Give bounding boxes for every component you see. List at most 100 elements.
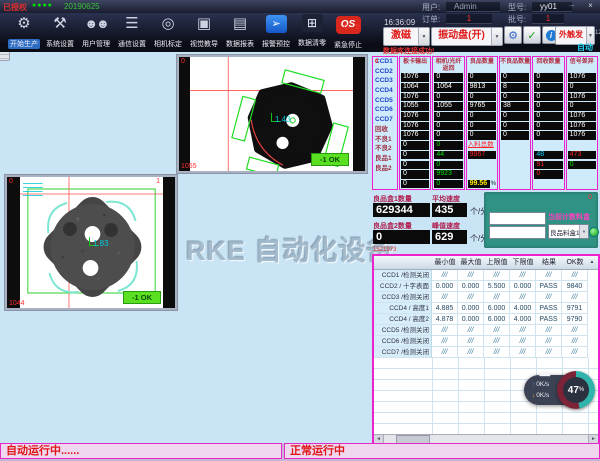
peak-speed-value: 629	[432, 230, 467, 244]
chevron-down-icon[interactable]: ▼	[491, 28, 502, 45]
confirm-mini-button[interactable]: ✓	[523, 26, 541, 44]
row-label: CCD7	[373, 115, 397, 125]
excite-dropdown-button[interactable]: 激磁 ▼	[383, 27, 430, 46]
table-cell: 1076%	[400, 92, 430, 102]
header-ok-count: OK数	[562, 256, 588, 269]
column-header: 不良品数量	[500, 57, 530, 73]
toolbar-button[interactable]: ▤ 数据报表	[222, 14, 258, 52]
table-cell: %	[500, 141, 530, 151]
usage-donut-gauge[interactable]: 47%	[557, 371, 595, 409]
table-cell: 473%	[567, 150, 597, 160]
table-cell: 0%	[533, 92, 563, 102]
toolbar-button[interactable]: ➢ 报警预控	[258, 14, 294, 52]
toolbar-button[interactable]: ⚒ 系统设置	[42, 14, 78, 52]
table-cell: %	[533, 141, 563, 151]
settings-mini-button[interactable]: ⚙	[504, 26, 522, 44]
check-icon: ✓	[527, 29, 536, 42]
measurement-row-label: CCD2 / 十字表面	[374, 281, 432, 292]
camera2-right-mask	[163, 177, 175, 308]
database-status-text: 数据库连接成功!	[383, 46, 434, 56]
close-button[interactable]: ×	[583, 0, 598, 11]
toolbar-icon: ⚙	[17, 14, 30, 33]
table-cell: 0%	[400, 150, 430, 160]
table-cell: 1076%	[400, 73, 430, 83]
table-cell: 1076%	[400, 131, 430, 141]
measurement-row: CCD6 /检测关闭 /// /// /// /// /// ///	[374, 336, 598, 347]
toolbar-button[interactable]: ▣ 视觉教导	[186, 14, 222, 52]
table-cell: %	[500, 160, 530, 170]
table-cell: 0%	[433, 73, 463, 83]
tray-input-2[interactable]	[489, 226, 546, 239]
camera1-count: 1055	[181, 163, 197, 170]
table-cell: 入料总数%	[467, 141, 497, 151]
table-cell: 0%	[400, 141, 430, 151]
table-cell: 0%	[533, 131, 563, 141]
row-label: 良品1	[373, 154, 397, 164]
measurement-row: CCD7 /检测关闭 /// /// /// /// /// ///	[374, 347, 598, 358]
table-cell: 8%	[500, 82, 530, 92]
net-speed-widget[interactable]: ☁ ↑0K/s ↓0K/s 47%	[524, 375, 590, 405]
toolbar-button-label: 系统设置	[44, 39, 76, 49]
measurement-row-label: CCD4 / 高度2	[374, 314, 432, 325]
camera-view-2: 0 1 1044 1.83 -1 OK	[5, 175, 177, 310]
watermark: RKE 自动化设备	[186, 229, 395, 268]
download-speed: 0K/s	[536, 392, 549, 399]
toolbar-icon: ▣	[197, 14, 211, 33]
toolbar-button-label: 开始生产	[8, 39, 40, 49]
camera2-index: 0	[9, 178, 13, 185]
tray-select-value: 良品料盒1	[549, 227, 579, 237]
table-cell: 1076%	[567, 121, 597, 131]
column-good-count: 良品数量 0%9813%0%9765%0%0%0%入料总数%9967%%%99.…	[466, 56, 498, 190]
table-cell: %	[467, 170, 497, 180]
ccd-table-label-column: 0 CCD1CCD2CCD3CCD4CCD5CCD6CCD7回收不良1不良2良品…	[372, 56, 398, 190]
toolbar-button[interactable]: ⊞ 数据清零	[294, 14, 330, 52]
status-right: 正常运行中	[284, 443, 600, 459]
table-cell: 0%	[500, 112, 530, 122]
auto-mode-text: 自动	[577, 42, 593, 53]
table-cell: 0%	[567, 82, 597, 92]
scroll-up-icon[interactable]: ▲	[588, 256, 596, 269]
measurement-row-label: CCD3 /检测关闭	[374, 292, 432, 303]
measurement-table-header: 最小值 最大值 上限值 下限值 结果 OK数 ▲	[374, 256, 598, 270]
tray-input-1[interactable]	[489, 212, 546, 225]
table-cell: 1055%	[400, 102, 430, 112]
chevron-down-icon[interactable]: ▼	[418, 28, 429, 45]
chevron-down-icon[interactable]: ▼	[579, 225, 588, 238]
toolbar-button-label: 视觉教导	[188, 39, 220, 49]
table-cell: 1076%	[400, 112, 430, 122]
order-label: 订单:	[422, 14, 440, 25]
toolbar-button[interactable]: ☻☻ 用户管理	[78, 14, 114, 52]
table-corner-value: 0	[373, 57, 378, 74]
download-arrow-icon: ↓	[532, 392, 535, 399]
excite-label: 激磁	[384, 28, 418, 45]
column-header: 信号差异	[567, 57, 597, 73]
tray-select[interactable]: 良品料盒1 ▼	[548, 224, 589, 239]
table-cell: 0%	[467, 131, 497, 141]
toolbar-button[interactable]: ☰ 通信设置	[114, 14, 150, 52]
table-cell: 9813%	[467, 82, 497, 92]
box2-count-value: 0	[373, 230, 430, 244]
table-cell: 1076%	[567, 92, 597, 102]
measurement-row: CCD1 /检测关闭 /// /// /// /// /// ///	[374, 270, 598, 281]
toolbar-button-label: 通信设置	[116, 39, 148, 49]
table-cell: 0%	[500, 73, 530, 83]
user-label: 用户:	[422, 2, 440, 13]
row-label: 不良2	[373, 144, 397, 154]
toolbar-button-label: 紧急停止	[332, 40, 364, 50]
table-cell: 0%	[567, 102, 597, 112]
toolbar-button[interactable]: OS 紧急停止	[330, 14, 366, 52]
camera1-index: 0	[181, 58, 185, 65]
table-cell: 48%	[533, 150, 563, 160]
table-cell: 0%	[567, 160, 597, 170]
table-cell: 1076%	[567, 131, 597, 141]
toolbar-button[interactable]: ◎ 相机标定	[150, 14, 186, 52]
header-lower: 下限值	[510, 256, 536, 269]
column-signal-diff: 信号差异 1076%0%1076%0%1076%1076%1076%%473%0…	[566, 56, 598, 190]
row-label: 回收	[373, 125, 397, 135]
measurement-row: CCD2 / 十字表面 0.000 0.000 5.500 0.000 PASS…	[374, 281, 598, 292]
table-cell: 0%	[467, 73, 497, 83]
vibration-plate-dropdown-button[interactable]: 振动盘(开) ▼	[431, 27, 503, 46]
table-cell: %	[567, 170, 597, 180]
toolbar-button[interactable]: ⚙ 开始生产	[6, 14, 42, 52]
camera1-right-mask	[353, 57, 365, 171]
